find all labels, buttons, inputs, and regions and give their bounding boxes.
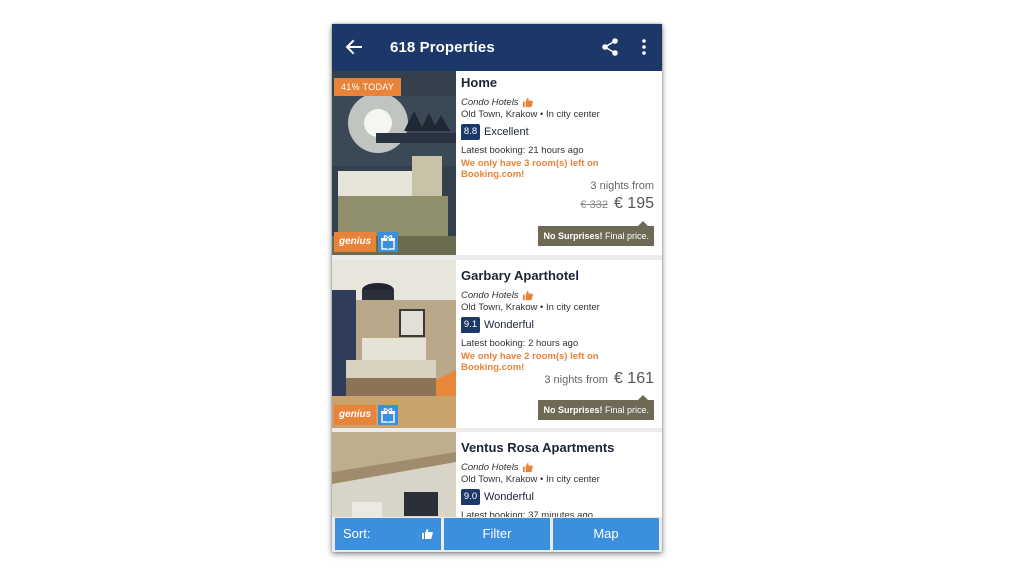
arrow-left-icon[interactable] — [344, 37, 364, 57]
no-surprises-text: Final price. — [602, 231, 649, 241]
genius-label: genius — [334, 405, 377, 425]
latest-booking: Latest booking: 2 hours ago — [461, 338, 579, 349]
property-info: Garbary Aparthotel Condo Hotels Old Town… — [461, 260, 658, 428]
review-score-row: 9.0 Wonderful — [461, 489, 534, 505]
no-surprises-bold: No Surprises! — [543, 231, 603, 241]
no-surprises-tag: No Surprises! Final price. — [538, 395, 654, 420]
map-button[interactable]: Map — [553, 518, 659, 550]
gift-icon — [378, 232, 399, 252]
category-label: Condo Hotels — [461, 462, 519, 473]
thumbs-up-icon — [522, 97, 533, 108]
property-photo: genius — [332, 260, 456, 428]
property-photo: 41% TODAY genius — [332, 71, 456, 255]
review-score-word: Wonderful — [484, 491, 534, 503]
property-name[interactable]: Ventus Rosa Apartments — [461, 440, 614, 455]
property-category: Condo Hotels — [461, 462, 533, 473]
review-score-badge: 9.1 — [461, 317, 480, 333]
genius-label: genius — [334, 232, 377, 252]
property-location: Old Town, Krakow • In city center — [461, 302, 600, 313]
review-score-badge: 8.8 — [461, 124, 480, 140]
property-info: Home Condo Hotels Old Town, Krakow • In … — [461, 71, 658, 255]
more-vertical-icon[interactable] — [636, 37, 652, 57]
share-icon[interactable] — [600, 37, 620, 57]
property-name[interactable]: Garbary Aparthotel — [461, 268, 579, 283]
review-score-word: Wonderful — [484, 319, 534, 331]
room-photo-image — [332, 71, 456, 255]
original-price: € 332 — [580, 199, 608, 211]
property-name[interactable]: Home — [461, 75, 497, 90]
review-score-badge: 9.0 — [461, 489, 480, 505]
thumbs-up-icon — [422, 529, 433, 539]
sort-label: Sort: — [343, 526, 371, 541]
category-label: Condo Hotels — [461, 97, 519, 108]
review-score-row: 9.1 Wonderful — [461, 317, 534, 333]
price-row: € 332 € 195 — [580, 195, 654, 213]
no-surprises-bold: No Surprises! — [543, 405, 603, 415]
app-bar: 618 Properties — [332, 24, 662, 71]
deal-badge: 41% TODAY — [334, 78, 402, 96]
price-row: 3 nights from € 161 — [544, 370, 654, 388]
phone-screen: 618 Properties 41% TODAY genius Home Con… — [332, 24, 662, 552]
page-title: 618 Properties — [390, 39, 495, 56]
category-label: Condo Hotels — [461, 290, 519, 301]
nights-from: 3 nights from — [544, 374, 608, 386]
genius-row: genius — [334, 405, 399, 425]
sort-button[interactable]: Sort: — [335, 518, 441, 550]
property-category: Condo Hotels — [461, 290, 533, 301]
rooms-left-notice: We only have 3 room(s) left on Booking.c… — [461, 158, 599, 180]
thumbs-up-icon — [522, 290, 533, 301]
gift-icon — [378, 405, 399, 425]
review-score-row: 8.8 Excellent — [461, 124, 529, 140]
genius-row: genius — [334, 232, 399, 252]
review-score-word: Excellent — [484, 126, 529, 138]
bottom-action-bar: Sort: Filter Map — [332, 517, 662, 552]
no-surprises-text: Final price. — [602, 405, 649, 415]
filter-button[interactable]: Filter — [444, 518, 550, 550]
nights-from: 3 nights from — [590, 180, 654, 192]
property-location: Old Town, Krakow • In city center — [461, 109, 600, 120]
property-category: Condo Hotels — [461, 97, 533, 108]
current-price: € 195 — [613, 195, 654, 212]
property-card[interactable]: 41% TODAY genius Home Condo Hotels Old T… — [332, 71, 662, 255]
no-surprises-tag: No Surprises! Final price. — [538, 221, 654, 246]
property-card[interactable]: genius Garbary Aparthotel Condo Hotels O… — [332, 260, 662, 428]
current-price: € 161 — [613, 370, 654, 387]
property-location: Old Town, Krakow • In city center — [461, 474, 600, 485]
room-photo-image — [332, 260, 456, 428]
property-list: 41% TODAY genius Home Condo Hotels Old T… — [332, 71, 662, 541]
latest-booking: Latest booking: 21 hours ago — [461, 145, 584, 156]
thumbs-up-icon — [522, 462, 533, 473]
